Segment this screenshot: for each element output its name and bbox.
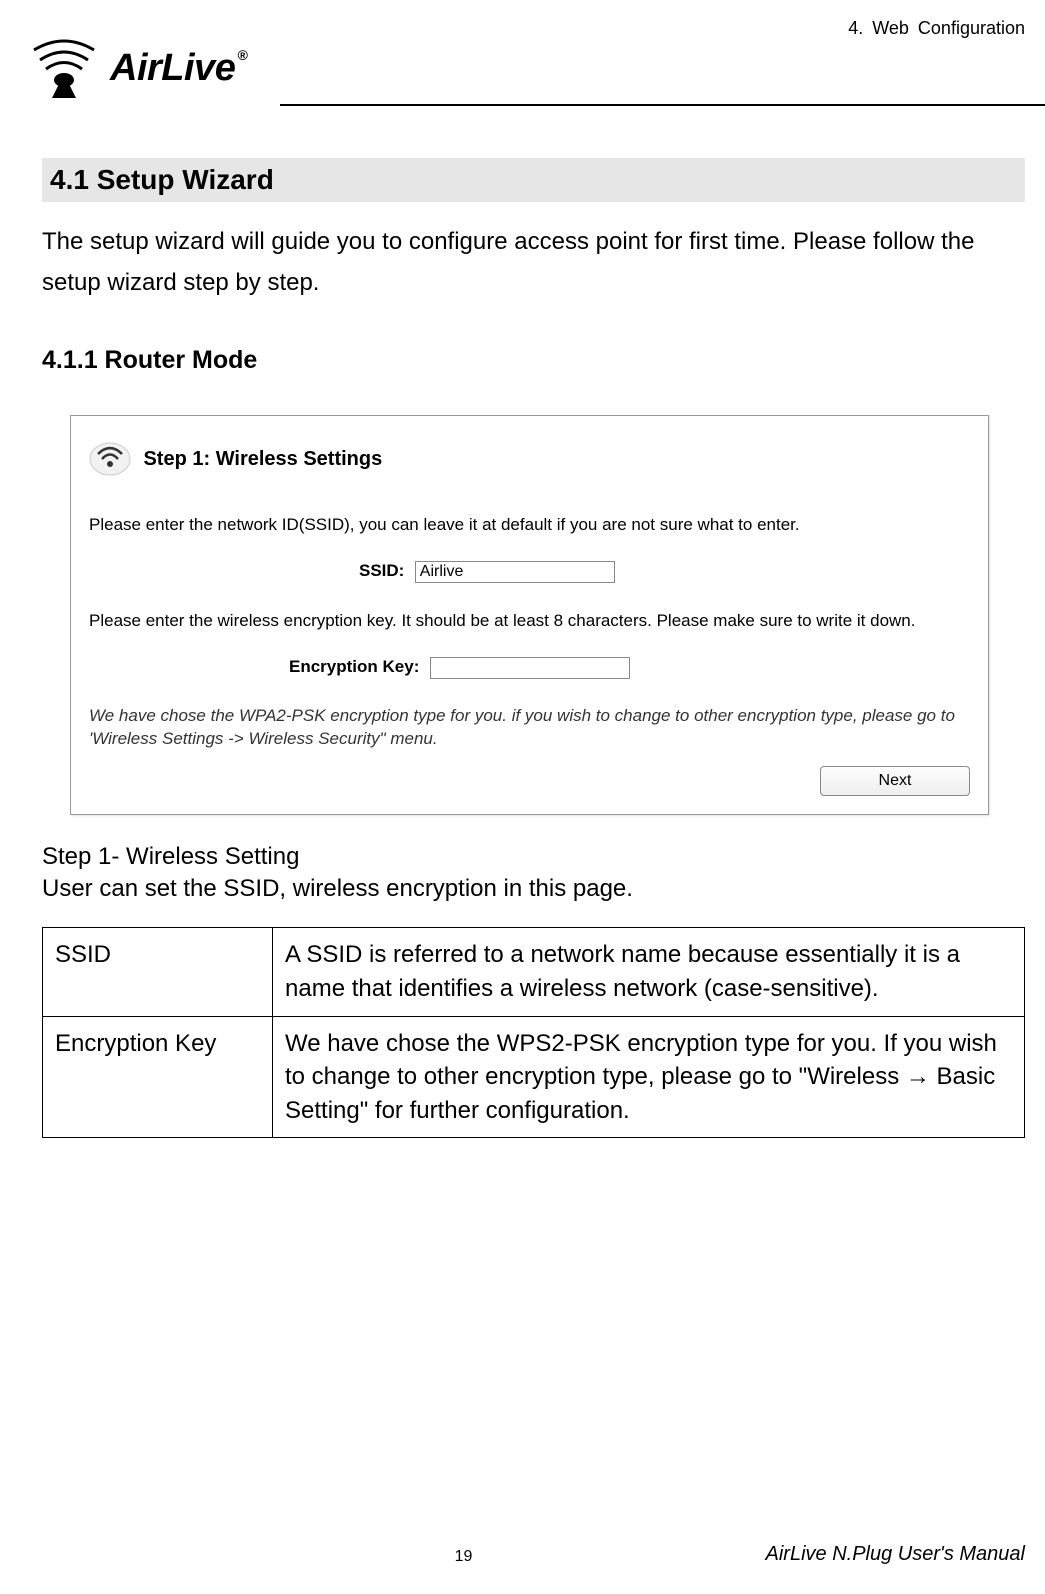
airlive-logo-icon xyxy=(24,38,104,98)
table-cell-ssid-label: SSID xyxy=(43,928,273,1016)
section-intro: The setup wizard will guide you to confi… xyxy=(42,222,1025,304)
subsection-title: 4.1.1 Router Mode xyxy=(42,346,1025,375)
settings-table: SSID A SSID is referred to a network nam… xyxy=(42,927,1025,1138)
encryption-prompt: Please enter the wireless encryption key… xyxy=(89,611,970,631)
section-title: 4.1 Setup Wizard xyxy=(42,158,1025,202)
table-cell-enc-label: Encryption Key xyxy=(43,1016,273,1138)
encryption-input[interactable] xyxy=(430,657,630,679)
table-row: SSID A SSID is referred to a network nam… xyxy=(43,928,1025,1016)
next-button[interactable]: Next xyxy=(820,766,970,796)
ssid-prompt: Please enter the network ID(SSID), you c… xyxy=(89,515,970,535)
wizard-step-title: Step 1: Wireless Settings xyxy=(143,448,382,471)
ssid-label: SSID: xyxy=(359,561,404,580)
table-cell-enc-desc: We have chose the WPS2-PSK encryption ty… xyxy=(273,1016,1025,1138)
logo: AirLive® xyxy=(24,38,247,98)
step-description: User can set the SSID, wireless encrypti… xyxy=(42,875,1025,903)
table-cell-ssid-desc: A SSID is referred to a network name bec… xyxy=(273,928,1025,1016)
header-divider xyxy=(280,104,1045,106)
logo-text: AirLive® xyxy=(110,47,247,90)
registered-mark: ® xyxy=(237,47,247,63)
encryption-note: We have chose the WPA2-PSK encryption ty… xyxy=(89,705,970,751)
wizard-screenshot: Step 1: Wireless Settings Please enter t… xyxy=(70,415,989,816)
encryption-label: Encryption Key: xyxy=(289,657,419,676)
page-number: 19 xyxy=(242,1548,685,1566)
step-caption: Step 1- Wireless Setting xyxy=(42,843,1025,871)
manual-name: AirLive N.Plug User's Manual xyxy=(685,1543,1025,1566)
wifi-icon xyxy=(89,438,131,481)
ssid-input[interactable] xyxy=(415,561,615,583)
ssid-row: SSID: xyxy=(89,561,970,583)
table-row: Encryption Key We have chose the WPS2-PS… xyxy=(43,1016,1025,1138)
chapter-label: 4. Web Configuration xyxy=(848,18,1025,39)
encryption-row: Encryption Key: xyxy=(89,657,970,679)
footer: 19 AirLive N.Plug User's Manual xyxy=(0,1543,1045,1566)
